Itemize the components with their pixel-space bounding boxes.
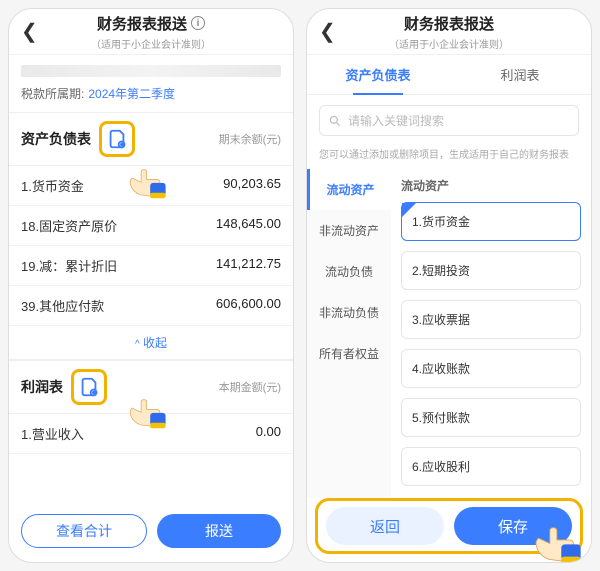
table-row: 39.其他应付款606,600.00 — [9, 286, 293, 326]
table-row: 1.货币资金90,203.65 — [9, 166, 293, 206]
edit-balance-icon[interactable] — [99, 121, 135, 157]
search-placeholder: 请输入关键词搜索 — [348, 112, 444, 129]
page-title: 财务报表报送 i — [97, 13, 205, 34]
submit-button[interactable]: 报送 — [157, 514, 281, 548]
category-item[interactable]: 所有者权益 — [307, 333, 391, 374]
view-total-button[interactable]: 查看合计 — [21, 514, 147, 548]
header: ❮ 财务报表报送 i （适用于小企业会计准则） — [9, 9, 293, 55]
category-item[interactable]: 流动负债 — [307, 251, 391, 292]
redacted-company — [21, 65, 281, 77]
header: ❮ 财务报表报送 （适用于小企业会计准则） — [307, 9, 591, 55]
profit-title: 利润表 — [21, 377, 63, 397]
option-item[interactable]: 3.应收票据 — [401, 300, 581, 339]
save-button[interactable]: 保存 — [454, 507, 572, 545]
profit-col-head: 本期金额(元) — [219, 379, 281, 395]
back-button[interactable]: 返回 — [326, 507, 444, 545]
tab-balance-sheet[interactable]: 资产负债表 — [307, 55, 449, 94]
balance-sheet-header: 资产负债表 期末余额(元) — [9, 112, 293, 166]
table-row: 18.固定资产原价148,645.00 — [9, 206, 293, 246]
back-icon[interactable]: ❮ — [319, 19, 336, 44]
edit-profit-icon[interactable] — [71, 369, 107, 405]
bottom-bar: 查看合计 报送 — [9, 504, 293, 562]
group-title: 流动资产 — [391, 171, 591, 202]
balance-col-head: 期末余额(元) — [219, 131, 281, 147]
category-nav: 流动资产非流动资产流动负债非流动负债所有者权益 — [307, 169, 391, 498]
hint-text: 您可以通过添加或删除项目，生成适用于自己的财务报表 — [307, 146, 591, 169]
profit-header: 利润表 本期金额(元) — [9, 360, 293, 414]
search-icon — [328, 114, 342, 128]
collapse-toggle[interactable]: ^ 收起 — [9, 326, 293, 360]
option-item[interactable]: 4.应收账款 — [401, 349, 581, 388]
tax-period: 税款所属期:2024年第二季度 — [9, 81, 293, 112]
phone-left: ❮ 财务报表报送 i （适用于小企业会计准则） 税款所属期:2024年第二季度 … — [8, 8, 294, 563]
table-row: 19.减：累计折旧141,212.75 — [9, 246, 293, 286]
search-input[interactable]: 请输入关键词搜索 — [319, 105, 579, 136]
info-icon[interactable]: i — [191, 16, 205, 30]
category-item[interactable]: 非流动资产 — [307, 210, 391, 251]
option-item[interactable]: 6.应收股利 — [401, 447, 581, 486]
page-subtitle: （适用于小企业会计准则） — [91, 36, 211, 51]
tab-profit[interactable]: 利润表 — [449, 55, 591, 94]
table-row: 1.营业收入0.00 — [9, 414, 293, 454]
option-item[interactable]: 5.预付账款 — [401, 398, 581, 437]
page-title: 财务报表报送 — [404, 13, 494, 34]
option-item[interactable]: 2.短期投资 — [401, 251, 581, 290]
phone-right: ❮ 财务报表报送 （适用于小企业会计准则） 资产负债表 利润表 请输入关键词搜索… — [306, 8, 592, 563]
tabs: 资产负债表 利润表 — [307, 55, 591, 95]
action-highlight: 返回 保存 — [315, 498, 583, 554]
balance-sheet-title: 资产负债表 — [21, 129, 91, 149]
option-item[interactable]: 1.货币资金 — [401, 202, 581, 241]
category-item[interactable]: 流动资产 — [307, 169, 391, 210]
category-item[interactable]: 非流动负债 — [307, 292, 391, 333]
back-icon[interactable]: ❮ — [21, 19, 38, 44]
option-list: 流动资产 1.货币资金 2.短期投资 3.应收票据 4.应收账款 5.预付账款 6.应收股… — [391, 169, 591, 498]
page-subtitle: （适用于小企业会计准则） — [389, 36, 509, 51]
